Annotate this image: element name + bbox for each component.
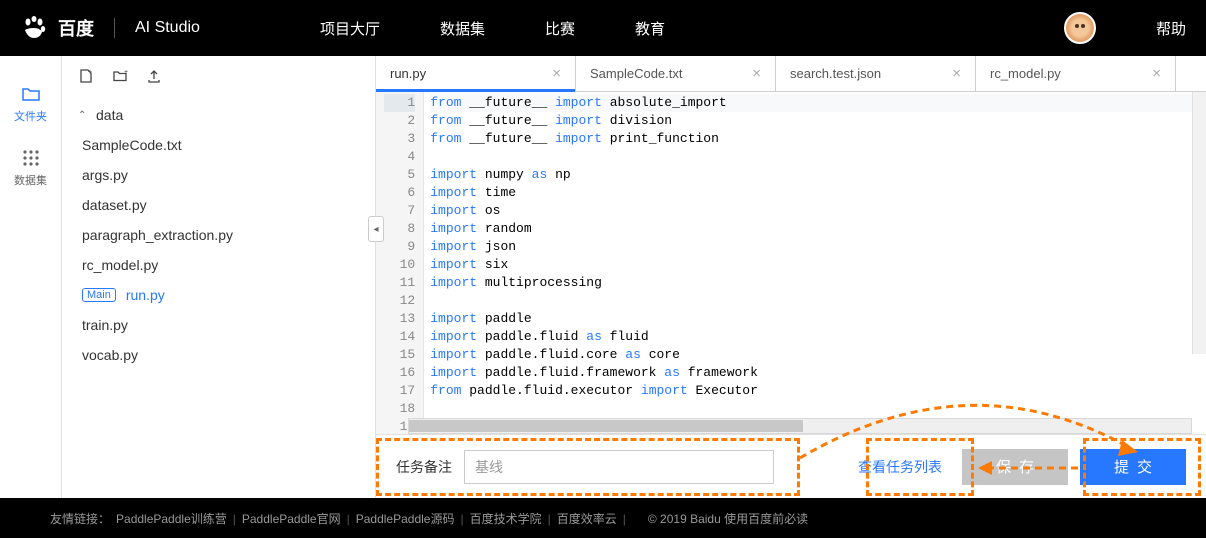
tree-folder-label: data xyxy=(96,107,123,123)
baidu-paw-icon xyxy=(20,14,48,42)
tree-file-label: args.py xyxy=(82,167,128,183)
footer-link[interactable]: 百度效率云 xyxy=(557,512,617,526)
tree-file[interactable]: paragraph_extraction.py xyxy=(62,220,375,250)
footer-link[interactable]: 百度技术学院 xyxy=(470,512,542,526)
new-file-icon[interactable]: + xyxy=(78,68,94,84)
task-label: 任务备注 xyxy=(396,457,452,477)
left-rail: 文件夹 数据集 xyxy=(0,56,62,498)
code-editor[interactable]: 1234567891011121314151617181920 ▾2122232… xyxy=(376,92,1206,434)
editor-tab[interactable]: run.py × xyxy=(376,56,576,91)
top-nav: 百度 AI Studio 项目大厅 数据集 比赛 教育 帮助 xyxy=(0,0,1206,56)
nav-item-education[interactable]: 教育 xyxy=(635,18,665,39)
footer: 友情链接： PaddlePaddle训练营|PaddlePaddle官网|Pad… xyxy=(0,498,1206,538)
tree-file-label: train.py xyxy=(82,317,128,333)
tree-file[interactable]: SampleCode.txt xyxy=(62,130,375,160)
footer-prefix: 友情链接： xyxy=(50,510,110,527)
nav-help[interactable]: 帮助 xyxy=(1156,18,1186,39)
horizontal-scrollbar[interactable] xyxy=(408,418,1192,434)
panel-collapse-handle[interactable]: ◂ xyxy=(368,216,384,242)
logo[interactable]: 百度 AI Studio xyxy=(20,14,200,42)
footer-link[interactable]: PaddlePaddle官网 xyxy=(242,512,341,526)
vertical-scrollbar[interactable] xyxy=(1192,92,1206,354)
tree-file-label: paragraph_extraction.py xyxy=(82,227,233,243)
file-tree: ⌃ data SampleCode.txt args.py dataset.py pa… xyxy=(62,96,375,374)
editor-tabs: run.py×SampleCode.txt×search.test.json×r… xyxy=(376,56,1206,92)
footer-copyright: © 2019 Baidu 使用百度前必读 xyxy=(648,510,808,527)
tree-file[interactable]: train.py xyxy=(62,310,375,340)
close-icon[interactable]: × xyxy=(752,65,761,82)
folder-icon xyxy=(21,84,41,104)
close-icon[interactable]: × xyxy=(952,65,961,82)
tab-label: rc_model.py xyxy=(990,66,1061,81)
task-bar: 任务备注 查看任务列表 保存 提交 xyxy=(376,434,1206,498)
main-badge: Main xyxy=(82,288,116,302)
rail-datasets[interactable]: 数据集 xyxy=(0,136,61,200)
tree-file[interactable]: dataset.py xyxy=(62,190,375,220)
new-folder-icon[interactable]: + xyxy=(112,68,128,84)
rail-files-label: 文件夹 xyxy=(14,108,47,124)
rail-files[interactable]: 文件夹 xyxy=(0,72,61,136)
brand-text: 百度 xyxy=(58,15,94,41)
caret-down-icon: ⌃ xyxy=(78,110,88,121)
rail-datasets-label: 数据集 xyxy=(14,172,47,188)
save-button[interactable]: 保存 xyxy=(962,449,1068,485)
editor-tab[interactable]: search.test.json × xyxy=(776,56,976,91)
editor-tab[interactable]: rc_model.py × xyxy=(976,56,1176,91)
editor-tab[interactable]: SampleCode.txt × xyxy=(576,56,776,91)
avatar[interactable] xyxy=(1064,12,1096,44)
upload-icon[interactable] xyxy=(146,68,162,84)
tree-file[interactable]: vocab.py xyxy=(62,340,375,370)
svg-text:+: + xyxy=(124,69,128,76)
nav-menu: 项目大厅 数据集 比赛 教育 xyxy=(320,18,665,39)
tree-file-label: SampleCode.txt xyxy=(82,137,182,153)
tree-file-label: dataset.py xyxy=(82,197,147,213)
tab-label: SampleCode.txt xyxy=(590,66,683,81)
brand-sub: AI Studio xyxy=(135,19,200,37)
close-icon[interactable]: × xyxy=(552,65,561,82)
dots-grid-icon xyxy=(21,148,41,168)
tree-file[interactable]: rc_model.py xyxy=(62,250,375,280)
tree-file-label: vocab.py xyxy=(82,347,138,363)
footer-link[interactable]: PaddlePaddle源码 xyxy=(356,512,455,526)
tree-file[interactable]: Main run.py xyxy=(62,280,375,310)
divider xyxy=(114,18,115,38)
tree-folder-data[interactable]: ⌃ data xyxy=(62,100,375,130)
file-toolbar: + + xyxy=(62,56,375,96)
nav-item-datasets[interactable]: 数据集 xyxy=(440,18,485,39)
svg-text:+: + xyxy=(88,69,92,76)
nav-item-competition[interactable]: 比赛 xyxy=(545,18,575,39)
view-task-list-link[interactable]: 查看任务列表 xyxy=(850,457,950,477)
close-icon[interactable]: × xyxy=(1152,65,1161,82)
tree-file-label: rc_model.py xyxy=(82,257,158,273)
nav-item-lobby[interactable]: 项目大厅 xyxy=(320,18,380,39)
editor-panel: ◂ run.py×SampleCode.txt×search.test.json… xyxy=(376,56,1206,498)
file-panel: + + ⌃ data SampleCode.txt args.py dataset.… xyxy=(62,56,376,498)
code-body[interactable]: from __future__ import absolute_importfr… xyxy=(424,92,1206,434)
tab-label: search.test.json xyxy=(790,66,881,81)
task-note-input[interactable] xyxy=(464,450,774,484)
tab-label: run.py xyxy=(390,66,426,81)
line-gutter: 1234567891011121314151617181920 ▾2122232… xyxy=(376,92,424,434)
footer-link[interactable]: PaddlePaddle训练营 xyxy=(116,512,227,526)
tree-file-label: run.py xyxy=(126,287,165,303)
submit-button[interactable]: 提交 xyxy=(1080,449,1186,485)
tree-file[interactable]: args.py xyxy=(62,160,375,190)
